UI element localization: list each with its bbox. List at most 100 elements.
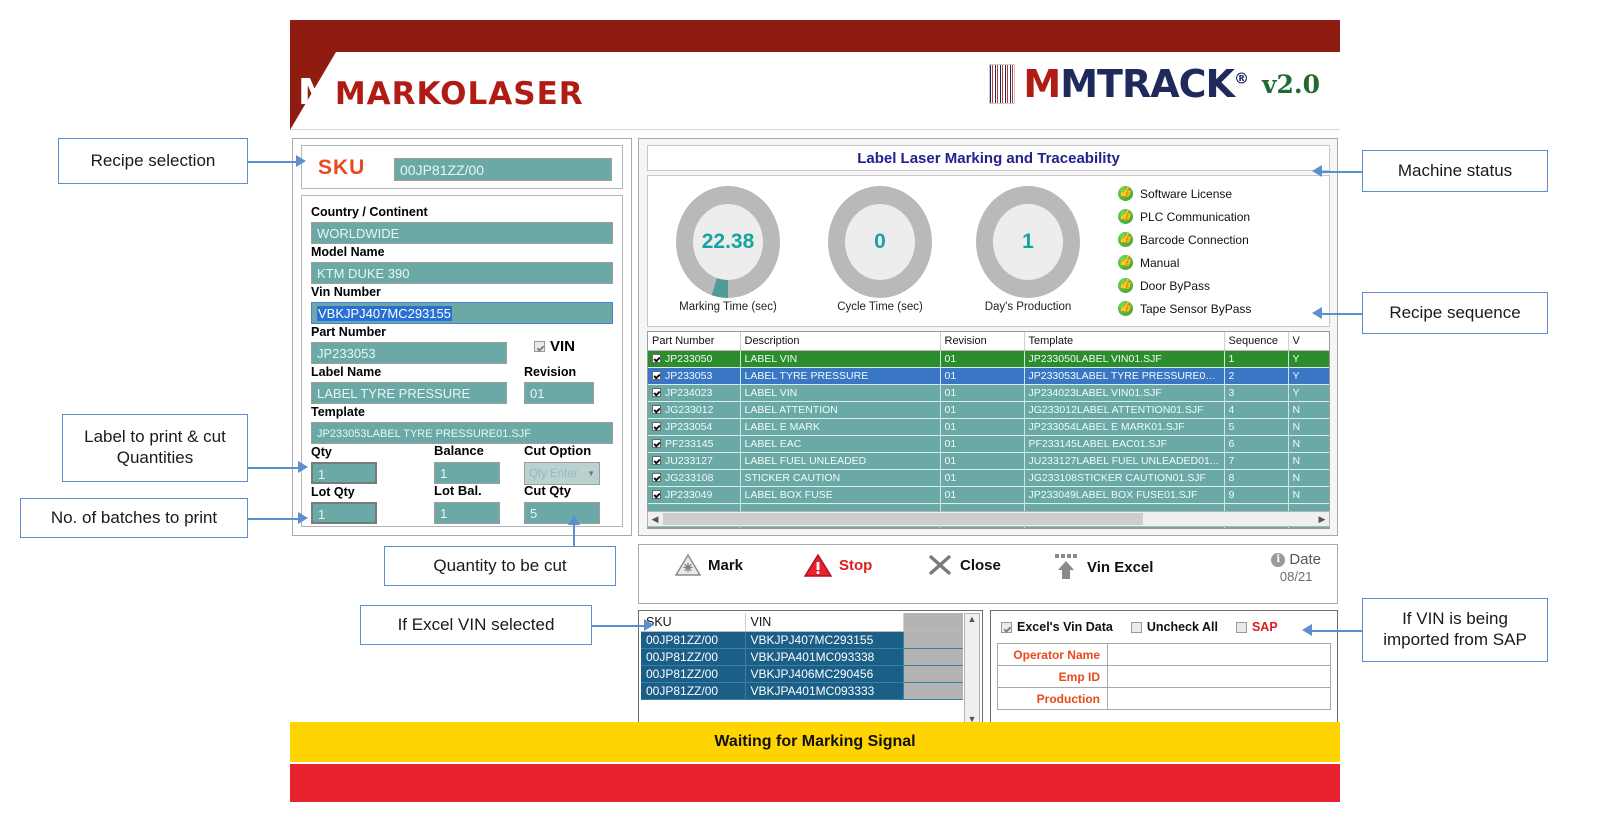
lot-balance-input[interactable]: 1 — [434, 502, 500, 524]
sku-input[interactable]: 00JP81ZZ/00 — [394, 158, 612, 181]
table-row[interactable]: JP234023 LABEL VIN 01 JP234023LABEL VIN01.S… — [648, 384, 1329, 402]
recipe-panel: SKU 00JP81ZZ/00 Country / Continent WORL… — [292, 138, 632, 536]
table-row[interactable]: JP233050 LABEL VIN 01 JP233050LABEL VIN01.S… — [648, 350, 1329, 368]
status-item-label: Manual — [1140, 255, 1180, 270]
vin-number-input[interactable]: VBKJPJ407MC293155 — [311, 302, 613, 324]
checkbox-icon[interactable] — [1001, 621, 1012, 633]
cell-revision: 01 — [940, 486, 1025, 504]
cut-option-select[interactable]: Qty Enter ▼ — [524, 462, 600, 485]
row-checkbox[interactable] — [652, 354, 661, 363]
scrollbar-thumb[interactable] — [663, 513, 1143, 525]
mark-button[interactable]: Mark — [675, 553, 743, 577]
leader-arrow-icon — [1302, 624, 1312, 636]
gauge-days-production: 1 Day's Production — [968, 186, 1088, 313]
cell-sequence: 4 — [1224, 401, 1289, 419]
vin-grid-viewport[interactable]: SKU VIN 00JP81ZZ/00 VBKJPJ407MC293155 00J… — [641, 613, 963, 725]
table-row[interactable]: 00JP81ZZ/00 VBKJPJ406MC290456 — [641, 665, 963, 683]
recipe-sequence-table[interactable]: Part Number Description Revision Templat… — [647, 331, 1330, 529]
part-number-input[interactable]: JP233053 — [311, 342, 507, 364]
scroll-up-arrow-icon[interactable]: ▲ — [968, 614, 977, 624]
scroll-left-arrow-icon[interactable]: ◀ — [648, 514, 662, 525]
table-row[interactable]: JG233108 STICKER CAUTION 01 JG233108STICKER… — [648, 469, 1329, 487]
cell-revision: 01 — [940, 384, 1025, 402]
table-row[interactable]: 00JP81ZZ/00 VBKJPA401MC093338 — [641, 648, 963, 666]
col-vin[interactable]: VIN — [745, 613, 904, 632]
donut-chart: 1 — [976, 186, 1080, 298]
row-checkbox[interactable] — [652, 456, 661, 465]
operator-name-input[interactable] — [1107, 643, 1331, 666]
col-sequence[interactable]: Sequence — [1224, 332, 1289, 351]
sap-label: SAP — [1251, 620, 1278, 634]
vin-checkbox-row[interactable]: VIN — [534, 338, 575, 355]
excels-vin-data-checkbox[interactable]: Excel's Vin Data — [1001, 620, 1113, 634]
row-checkbox[interactable] — [652, 422, 661, 431]
sequence-horizontal-scrollbar[interactable]: ◀ ▶ — [647, 511, 1330, 527]
table-row[interactable]: JP233053 LABEL TYRE PRESSURE 01 JP233053LAB… — [648, 367, 1329, 385]
cut-qty-input[interactable]: 5 — [524, 502, 600, 524]
gauge-value: 1 — [993, 204, 1063, 280]
col-part-number[interactable]: Part Number — [648, 332, 741, 351]
col-revision[interactable]: Revision — [940, 332, 1025, 351]
table-row[interactable]: 00JP81ZZ/00 VBKJPJ407MC293155 — [641, 631, 963, 649]
table-row[interactable]: PF233145 LABEL EAC 01 PF233145LABEL EAC01.S… — [648, 435, 1329, 453]
status-item-label: Barcode Connection — [1140, 232, 1249, 247]
uncheck-all-label: Uncheck All — [1146, 620, 1218, 634]
uncheck-all-checkbox[interactable]: Uncheck All — [1130, 620, 1218, 634]
stop-button[interactable]: Stop — [804, 553, 872, 578]
production-input[interactable] — [1107, 687, 1331, 710]
table-row[interactable]: JP233054 LABEL E MARK 01 JP233054LABEL E MA… — [648, 418, 1329, 436]
vin-checkbox[interactable] — [534, 341, 545, 352]
table-row: Production — [997, 687, 1331, 710]
vin-grid-vertical-scrollbar[interactable]: ▲ ▼ — [964, 613, 980, 725]
scroll-right-arrow-icon[interactable]: ▶ — [1315, 514, 1329, 525]
revision-input[interactable]: 01 — [524, 382, 594, 404]
gauge-value: 0 — [845, 204, 915, 280]
checkbox-icon[interactable] — [1130, 621, 1142, 633]
template-input[interactable]: JP233053LABEL TYRE PRESSURE01.SJF — [311, 422, 613, 444]
col-vin-flag[interactable]: V — [1288, 332, 1329, 351]
leader-line — [248, 518, 300, 520]
table-row[interactable]: JU233127 LABEL FUEL UNLEADED 01 JU233127LAB… — [648, 452, 1329, 470]
row-checkbox[interactable] — [652, 371, 661, 380]
cell-vin-flag: N — [1288, 435, 1329, 453]
lot-qty-input[interactable]: 1 — [311, 502, 377, 524]
vin-excel-button[interactable]: Vin Excel — [1052, 553, 1153, 581]
table-header-row: SKU VIN — [641, 613, 963, 632]
cell-sku: 00JP81ZZ/00 — [641, 665, 746, 683]
cell-description: LABEL VIN — [740, 384, 941, 402]
lot-balance-label: Lot Bal. — [434, 483, 482, 498]
cell-description: LABEL BOX FUSE — [740, 486, 941, 504]
col-sku[interactable]: SKU — [641, 613, 746, 632]
cell-description: LABEL EAC — [740, 435, 941, 453]
date-header-row: i Date — [1271, 551, 1321, 568]
table-row[interactable]: JP233049 LABEL BOX FUSE 01 JP233049LABEL BO… — [648, 486, 1329, 504]
close-button[interactable]: Close — [927, 553, 1001, 577]
row-checkbox[interactable] — [652, 439, 661, 448]
model-input[interactable]: KTM DUKE 390 — [311, 262, 613, 284]
qty-input[interactable]: 1 — [311, 462, 377, 484]
status-item-label: Software License — [1140, 186, 1233, 201]
label-name-input[interactable]: LABEL TYRE PRESSURE — [311, 382, 507, 404]
row-checkbox[interactable] — [652, 388, 661, 397]
table-header-row: Part Number Description Revision Templat… — [648, 332, 1329, 351]
row-checkbox[interactable] — [652, 473, 661, 482]
emp-id-input[interactable] — [1107, 665, 1331, 688]
cell-template: JP234023LABEL VIN01.SJF — [1024, 384, 1225, 402]
sap-checkbox[interactable]: SAP — [1235, 620, 1278, 634]
cell-vin-flag: Y — [1288, 367, 1329, 385]
table-row[interactable]: 00JP81ZZ/00 VBKJPA401MC093333 — [641, 682, 963, 700]
status-item-plc-communication: PLC Communication — [1118, 205, 1328, 228]
sequence-grid: Part Number Description Revision Templat… — [648, 332, 1329, 528]
annotation-text: No. of batches to print — [50, 507, 218, 527]
annotation-text: If Excel VIN selected — [397, 614, 555, 634]
cell-description: LABEL FUEL UNLEADED — [740, 452, 941, 470]
checkbox-icon[interactable] — [1235, 621, 1247, 633]
col-template[interactable]: Template — [1024, 332, 1225, 351]
col-description[interactable]: Description — [740, 332, 941, 351]
row-checkbox[interactable] — [652, 490, 661, 499]
table-row[interactable]: JG233012 LABEL ATTENTION 01 JG233012LABEL A… — [648, 401, 1329, 419]
row-checkbox[interactable] — [652, 405, 661, 414]
cell-vin-flag: N — [1288, 486, 1329, 504]
country-input[interactable]: WORLDWIDE — [311, 222, 613, 244]
balance-input[interactable]: 1 — [434, 462, 500, 484]
